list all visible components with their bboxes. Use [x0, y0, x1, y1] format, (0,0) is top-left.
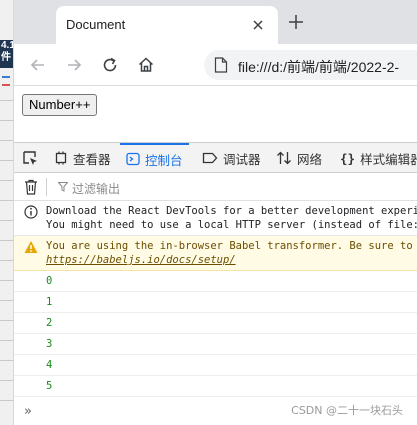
background-line	[0, 180, 13, 181]
background-line	[0, 100, 13, 101]
background-line	[0, 340, 13, 341]
tab-debugger-label: 调试器	[223, 152, 261, 167]
console-warning-message: You are using the in-browser Babel trans…	[14, 236, 417, 271]
background-mark	[2, 84, 10, 86]
console-log-row: 1	[14, 292, 417, 313]
console-log-row: 4	[14, 355, 417, 376]
background-window-fragment: 4.1 件	[0, 40, 13, 68]
home-icon[interactable]	[136, 55, 156, 75]
log-value: 4	[46, 359, 53, 371]
network-icon	[277, 151, 291, 165]
browser-window: Document file:///d:/前端/前端/2022-2- Number…	[14, 0, 417, 425]
navigation-toolbar: file:///d:/前端/前端/2022-2-	[14, 44, 417, 86]
tab-style-editor-label: 样式编辑器	[360, 152, 417, 167]
console-log-row: 0	[14, 271, 417, 292]
debugger-icon	[202, 152, 218, 164]
file-icon	[214, 57, 228, 73]
console-filter-bar: 过滤输出	[14, 173, 417, 201]
background-line	[0, 360, 13, 361]
warning-link[interactable]: https://babeljs.io/docs/setup/	[46, 254, 236, 266]
console-log-row: 5	[14, 376, 417, 397]
trash-icon[interactable]	[24, 179, 38, 195]
background-line	[0, 200, 13, 201]
console-log-row: 2	[14, 313, 417, 334]
tab-network[interactable]: 网络	[276, 143, 322, 173]
devtools-tab-bar: 查看器 控制台 调试器 网络 {} 样式编辑器	[14, 143, 417, 173]
info-message-line: You might need to use a local HTTP serve…	[46, 219, 417, 231]
warning-message-line: You are using the in-browser Babel trans…	[46, 240, 417, 252]
background-line	[0, 320, 13, 321]
log-value: 0	[46, 275, 53, 287]
info-message-line: Download the React DevTools for a better…	[46, 205, 417, 217]
info-icon	[24, 205, 38, 219]
console-log-row: 3	[14, 334, 417, 355]
watermark-text: CSDN @二十一块石头	[291, 404, 403, 417]
background-line	[0, 380, 13, 381]
tab-title: Document	[66, 17, 126, 32]
tab-inspector-label: 查看器	[73, 152, 111, 167]
background-line	[0, 120, 13, 121]
background-line	[0, 400, 13, 401]
toolbar-divider	[46, 178, 47, 196]
tab-inspector[interactable]: 查看器	[54, 143, 111, 173]
background-window-strip: 4.1 件	[0, 0, 14, 425]
console-info-message: Download the React DevTools for a better…	[14, 201, 417, 236]
tab-style-editor[interactable]: {} 样式编辑器	[340, 143, 417, 173]
tab-console-label: 控制台	[145, 153, 183, 168]
log-value: 5	[46, 380, 53, 392]
background-line	[0, 160, 13, 161]
tab-console[interactable]: 控制台	[120, 143, 189, 173]
close-icon[interactable]	[248, 15, 268, 35]
inspector-icon	[55, 151, 67, 165]
reload-icon[interactable]	[100, 55, 120, 75]
back-arrow-icon[interactable]	[28, 55, 48, 75]
console-icon	[126, 152, 140, 166]
address-url: file:///d:/前端/前端/2022-2-	[238, 59, 400, 75]
element-picker-icon[interactable]	[22, 150, 38, 166]
background-line	[0, 300, 13, 301]
log-value: 2	[46, 317, 53, 329]
braces-icon: {}	[340, 150, 356, 166]
background-line	[0, 220, 13, 221]
tab-strip: Document	[14, 0, 417, 44]
new-tab-icon[interactable]	[286, 12, 306, 32]
background-mark	[2, 76, 10, 78]
number-increment-button[interactable]: Number++	[22, 94, 98, 116]
address-bar[interactable]: file:///d:/前端/前端/2022-2-	[204, 50, 417, 80]
warning-icon	[24, 241, 38, 253]
log-value: 3	[46, 338, 53, 350]
tab-document[interactable]: Document	[56, 6, 278, 44]
forward-arrow-icon[interactable]	[64, 55, 84, 75]
tab-network-label: 网络	[297, 152, 323, 167]
filter-output-input[interactable]: 过滤输出	[72, 180, 120, 197]
background-line	[0, 240, 13, 241]
background-line	[0, 260, 13, 261]
console-output: Download the React DevTools for a better…	[14, 201, 417, 425]
page-content: Number++	[14, 86, 417, 142]
tab-debugger[interactable]: 调试器	[202, 143, 261, 173]
filter-icon	[58, 182, 68, 192]
background-line	[0, 280, 13, 281]
console-input-prompt[interactable]: »	[24, 404, 32, 419]
devtools-panel: 查看器 控制台 调试器 网络 {} 样式编辑器 过滤输出 Download th…	[14, 142, 417, 425]
background-line	[0, 140, 13, 141]
log-value: 1	[46, 296, 53, 308]
